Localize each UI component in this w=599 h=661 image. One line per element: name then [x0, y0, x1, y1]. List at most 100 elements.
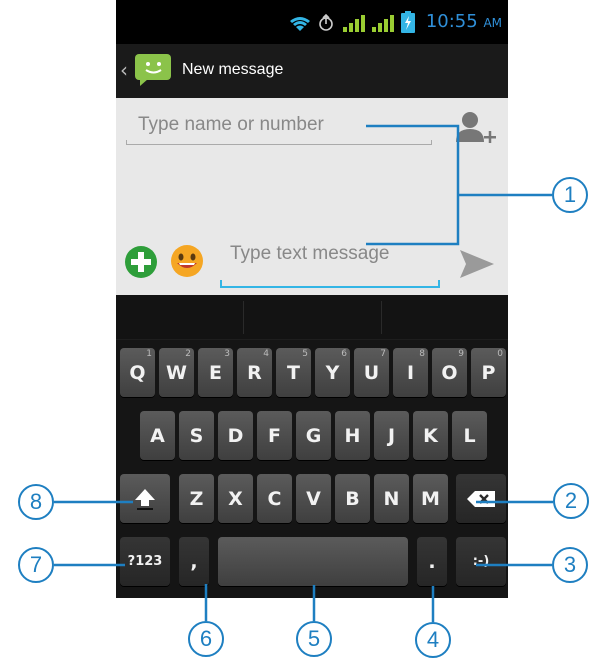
callout-6: 6 [188, 621, 224, 657]
key-g[interactable]: G [296, 411, 331, 460]
messaging-app-icon[interactable] [134, 53, 174, 87]
key-label: G [305, 424, 322, 447]
key-label: Y [325, 361, 340, 384]
key-label: P [481, 361, 496, 384]
key-q[interactable]: Q1 [120, 348, 155, 397]
shift-key[interactable] [120, 474, 170, 523]
key-d[interactable]: D [218, 411, 253, 460]
callout-4: 4 [415, 622, 451, 658]
action-bar: ‹ New message [116, 44, 508, 98]
key-label: D [227, 424, 244, 447]
key-p[interactable]: P0 [471, 348, 506, 397]
smiley-key-label: :-) [472, 554, 490, 569]
key-m[interactable]: M [413, 474, 448, 523]
add-attachment-icon[interactable] [124, 245, 158, 279]
signal-bars-icon [372, 15, 394, 32]
key-hint: 9 [458, 349, 464, 359]
message-underline [220, 286, 440, 288]
suggestion-divider [243, 301, 244, 334]
backspace-icon [467, 490, 495, 507]
callout-3: 3 [552, 547, 588, 583]
emoji-icon[interactable] [169, 243, 205, 279]
soft-keyboard: Q1 W2 E3 R4 T5 Y6 U7 I8 O9 P0 A S D F G … [116, 295, 508, 598]
compose-area: Type name or number Type text message [116, 98, 508, 295]
key-label: N [383, 487, 400, 510]
key-label: L [463, 424, 476, 447]
suggestion-divider [381, 301, 382, 334]
key-label: U [363, 361, 380, 384]
key-i[interactable]: I8 [393, 348, 428, 397]
key-n[interactable]: N [374, 474, 409, 523]
key-l[interactable]: L [452, 411, 487, 460]
shift-icon [135, 488, 155, 510]
key-label: J [387, 424, 396, 447]
key-label: I [406, 361, 415, 384]
symbols-key-label: ?123 [127, 554, 163, 569]
comma-key[interactable]: , [179, 537, 209, 586]
key-o[interactable]: O9 [432, 348, 467, 397]
key-f[interactable]: F [257, 411, 292, 460]
key-r[interactable]: R4 [237, 348, 272, 397]
key-h[interactable]: H [335, 411, 370, 460]
key-hint: 6 [341, 349, 347, 359]
key-label: M [421, 487, 440, 510]
comma-key-label: , [190, 550, 198, 573]
key-x[interactable]: X [218, 474, 253, 523]
chevron-left-icon[interactable]: ‹ [120, 58, 128, 82]
callout-5: 5 [296, 621, 332, 657]
key-hint: 1 [146, 349, 152, 359]
callout-1: 1 [552, 177, 588, 213]
backspace-key[interactable] [456, 474, 506, 523]
recipient-underline [126, 144, 432, 145]
key-k[interactable]: K [413, 411, 448, 460]
key-label: X [228, 487, 243, 510]
key-b[interactable]: B [335, 474, 370, 523]
spacebar-key[interactable] [218, 537, 408, 586]
recipient-input[interactable]: Type name or number [126, 112, 431, 148]
key-t[interactable]: T5 [276, 348, 311, 397]
status-time: 10:55 AM [426, 10, 502, 35]
key-e[interactable]: E3 [198, 348, 233, 397]
key-w[interactable]: W2 [159, 348, 194, 397]
key-label: V [306, 487, 321, 510]
status-time-value: 10:55 [425, 11, 478, 32]
key-label: T [287, 361, 300, 384]
callout-8: 8 [18, 484, 54, 520]
key-c[interactable]: C [257, 474, 292, 523]
key-label: O [441, 361, 458, 384]
key-y[interactable]: Y6 [315, 348, 350, 397]
key-label: B [345, 487, 360, 510]
period-key[interactable]: . [417, 537, 447, 586]
status-bar: 10:55 AM [116, 0, 508, 44]
key-label: E [209, 361, 222, 384]
smiley-key[interactable]: :-) [456, 537, 506, 586]
callout-2: 2 [553, 483, 589, 519]
key-label: F [268, 424, 281, 447]
key-label: K [423, 424, 438, 447]
key-v[interactable]: V [296, 474, 331, 523]
recipient-underline-tick [126, 140, 127, 145]
key-label: C [267, 487, 282, 510]
data-transfer-icon [319, 14, 333, 31]
key-a[interactable]: A [140, 411, 175, 460]
key-u[interactable]: U7 [354, 348, 389, 397]
period-key-label: . [428, 550, 436, 573]
key-label: R [247, 361, 262, 384]
recipient-underline-tick [431, 140, 432, 145]
key-hint: 4 [263, 349, 269, 359]
key-label: Z [189, 487, 204, 510]
key-z[interactable]: Z [179, 474, 214, 523]
phone-screen: 10:55 AM ‹ New message Type name or numb… [116, 0, 508, 598]
key-s[interactable]: S [179, 411, 214, 460]
symbols-key[interactable]: ?123 [120, 537, 170, 586]
message-input[interactable]: Type text message [220, 241, 442, 277]
message-underline-tick [220, 280, 222, 287]
message-underline-tick [438, 280, 440, 287]
key-hint: 5 [302, 349, 308, 359]
add-contact-icon[interactable] [452, 108, 498, 152]
key-j[interactable]: J [374, 411, 409, 460]
send-icon[interactable] [458, 248, 496, 280]
battery-charging-icon [401, 11, 415, 33]
key-label: W [166, 361, 187, 384]
callout-7: 7 [18, 547, 54, 583]
